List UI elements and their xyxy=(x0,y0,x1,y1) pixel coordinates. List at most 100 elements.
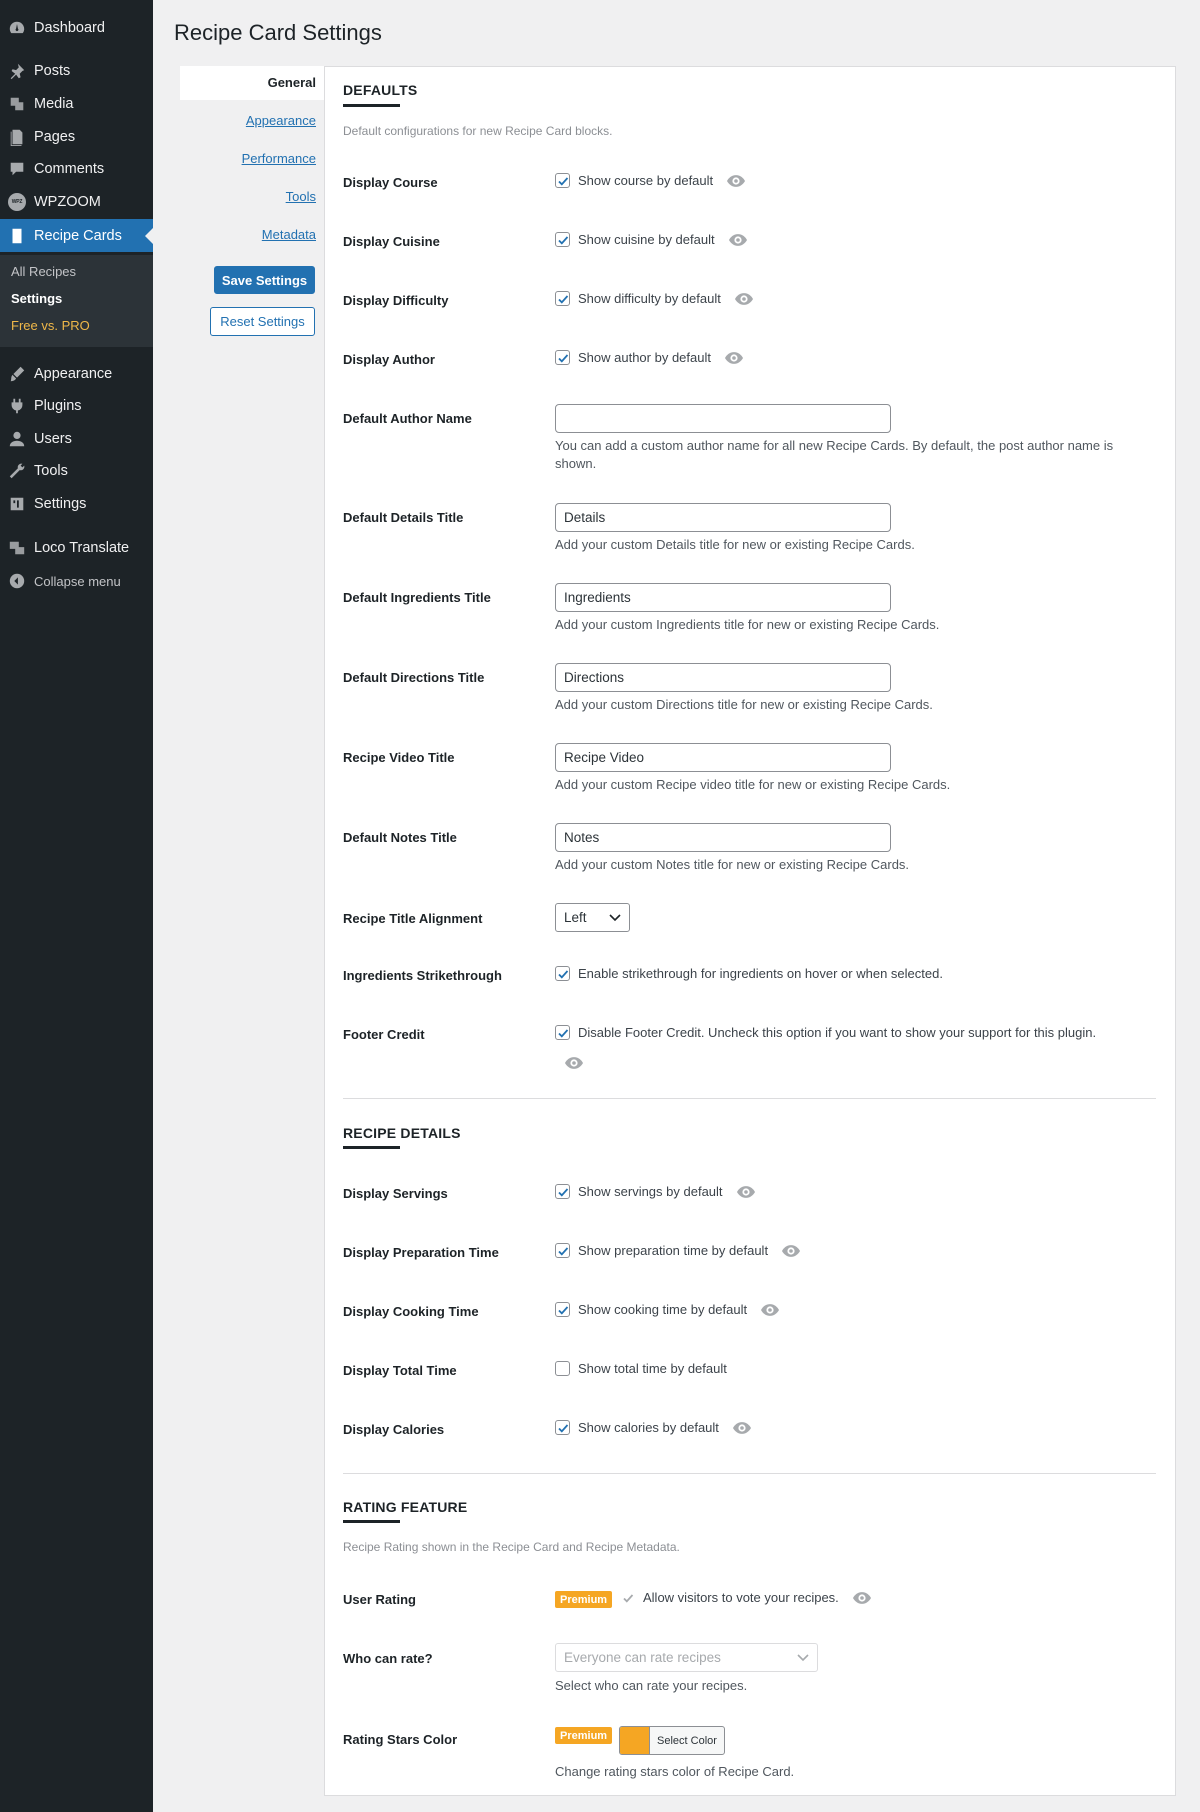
eye-icon[interactable] xyxy=(727,174,746,187)
eye-icon[interactable] xyxy=(852,1591,871,1604)
checkbox-display-calories[interactable] xyxy=(555,1420,570,1435)
chevron-down-icon xyxy=(797,1654,809,1662)
tab-metadata[interactable]: Metadata xyxy=(262,227,316,242)
checkmark-icon xyxy=(557,294,568,304)
checkbox-user-rating[interactable] xyxy=(620,1590,635,1605)
brush-icon xyxy=(0,365,34,383)
menu-item-media[interactable]: Media xyxy=(0,89,153,119)
pin-icon xyxy=(0,62,34,80)
reset-settings-button[interactable]: Reset Settings xyxy=(210,307,315,336)
menu-item-plugins[interactable]: Plugins xyxy=(0,391,153,421)
label-default-directions-title: Default Directions Title xyxy=(343,670,485,685)
help-who-can-rate: Select who can rate your recipes. xyxy=(555,1678,748,1693)
checkbox-display-cook-time[interactable] xyxy=(555,1302,570,1317)
submenu-settings[interactable]: Settings xyxy=(11,291,62,306)
checkmark-icon xyxy=(557,353,568,363)
chevron-down-icon xyxy=(609,914,621,922)
option-display-total-time: Show total time by default xyxy=(555,1361,727,1376)
menu-item-wpzoom[interactable]: WPZ WPZOOM xyxy=(0,187,153,217)
section-divider xyxy=(343,1098,1156,1099)
page-title: Recipe Card Settings xyxy=(174,20,382,45)
checkbox-footer-credit[interactable] xyxy=(555,1025,570,1040)
eye-icon[interactable] xyxy=(565,1057,583,1069)
tab-general[interactable]: General xyxy=(268,75,316,90)
ingredients-title-input[interactable] xyxy=(555,583,891,612)
pages-icon xyxy=(0,128,34,146)
checkbox-display-difficulty[interactable] xyxy=(555,291,570,306)
option-display-calories: Show calories by default xyxy=(555,1420,751,1435)
checkbox-display-total-time[interactable] xyxy=(555,1361,570,1376)
submenu-free-vs-pro[interactable]: Free vs. PRO xyxy=(11,318,90,333)
tab-performance[interactable]: Performance xyxy=(242,151,316,166)
eye-icon[interactable] xyxy=(724,351,743,364)
checkbox-ingredients-strikethrough[interactable] xyxy=(555,966,570,981)
label-display-servings: Display Servings xyxy=(343,1186,448,1201)
section-title-defaults: DEFAULTS xyxy=(343,82,418,98)
checkbox-display-cuisine[interactable] xyxy=(555,232,570,247)
checkbox-display-author[interactable] xyxy=(555,350,570,365)
menu-item-comments[interactable]: Comments xyxy=(0,154,153,184)
menu-item-settings[interactable]: Settings xyxy=(0,489,153,519)
title-alignment-select[interactable]: Left xyxy=(555,903,630,932)
video-title-input[interactable] xyxy=(555,743,891,772)
tab-tools[interactable]: Tools xyxy=(286,189,316,204)
tab-appearance[interactable]: Appearance xyxy=(246,113,316,128)
details-title-input[interactable] xyxy=(555,503,891,532)
section-desc-defaults: Default configurations for new Recipe Ca… xyxy=(343,124,613,138)
user-icon xyxy=(0,430,34,448)
checkbox-display-prep-time[interactable] xyxy=(555,1243,570,1258)
submenu-all-recipes[interactable]: All Recipes xyxy=(11,264,76,279)
checkbox-display-course[interactable] xyxy=(555,173,570,188)
plug-icon xyxy=(0,397,34,415)
section-title-recipe-details: RECIPE DETAILS xyxy=(343,1125,461,1141)
settings-panel xyxy=(324,66,1176,1796)
label-display-author: Display Author xyxy=(343,352,435,367)
checkbox-display-servings[interactable] xyxy=(555,1184,570,1199)
author-name-input[interactable] xyxy=(555,404,891,433)
checkmark-icon xyxy=(557,969,568,979)
menu-item-appearance[interactable]: Appearance xyxy=(0,359,153,389)
label-who-can-rate: Who can rate? xyxy=(343,1651,433,1666)
menu-item-dashboard[interactable]: Dashboard xyxy=(0,13,153,43)
directions-title-input[interactable] xyxy=(555,663,891,692)
menu-item-loco-translate[interactable]: Loco Translate xyxy=(0,533,153,563)
save-settings-button[interactable]: Save Settings xyxy=(214,266,315,294)
checkmark-icon xyxy=(557,235,568,245)
label-default-author-name: Default Author Name xyxy=(343,411,472,426)
help-ingredients-title: Add your custom Ingredients title for ne… xyxy=(555,617,940,632)
eye-icon[interactable] xyxy=(734,292,753,305)
section-underline xyxy=(343,104,400,107)
checkmark-icon xyxy=(557,1187,568,1197)
help-directions-title: Add your custom Directions title for new… xyxy=(555,697,933,712)
eye-icon[interactable] xyxy=(761,1303,780,1316)
label-display-cook-time: Display Cooking Time xyxy=(343,1304,479,1319)
label-default-ingredients-title: Default Ingredients Title xyxy=(343,590,491,605)
checkmark-icon xyxy=(557,1246,568,1256)
menu-item-posts[interactable]: Posts xyxy=(0,56,153,86)
collapse-menu-button[interactable]: Collapse menu xyxy=(0,566,153,596)
comment-icon xyxy=(0,160,34,178)
eye-icon[interactable] xyxy=(782,1244,801,1257)
translate-icon xyxy=(0,539,34,557)
menu-item-pages[interactable]: Pages xyxy=(0,122,153,152)
eye-icon[interactable] xyxy=(736,1185,755,1198)
menu-item-users[interactable]: Users xyxy=(0,424,153,454)
section-underline xyxy=(343,1146,400,1149)
option-ingredients-strikethrough: Enable strikethrough for ingredients on … xyxy=(555,966,943,981)
settings-icon xyxy=(0,495,34,513)
menu-item-tools[interactable]: Tools xyxy=(0,456,153,486)
label-recipe-video-title: Recipe Video Title xyxy=(343,750,455,765)
label-default-details-title: Default Details Title xyxy=(343,510,464,525)
option-display-cuisine: Show cuisine by default xyxy=(555,232,747,247)
who-can-rate-select[interactable]: Everyone can rate recipes xyxy=(555,1643,818,1672)
option-display-cook-time: Show cooking time by default xyxy=(555,1302,780,1317)
menu-item-recipe-cards[interactable]: Recipe Cards xyxy=(0,219,153,252)
recipe-icon xyxy=(0,227,34,245)
label-display-prep-time: Display Preparation Time xyxy=(343,1245,499,1260)
select-color-button[interactable]: Select Color xyxy=(619,1726,725,1755)
eye-icon[interactable] xyxy=(732,1421,751,1434)
eye-icon[interactable] xyxy=(728,233,747,246)
wrench-icon xyxy=(0,462,34,480)
notes-title-input[interactable] xyxy=(555,823,891,852)
collapse-icon xyxy=(0,572,34,590)
